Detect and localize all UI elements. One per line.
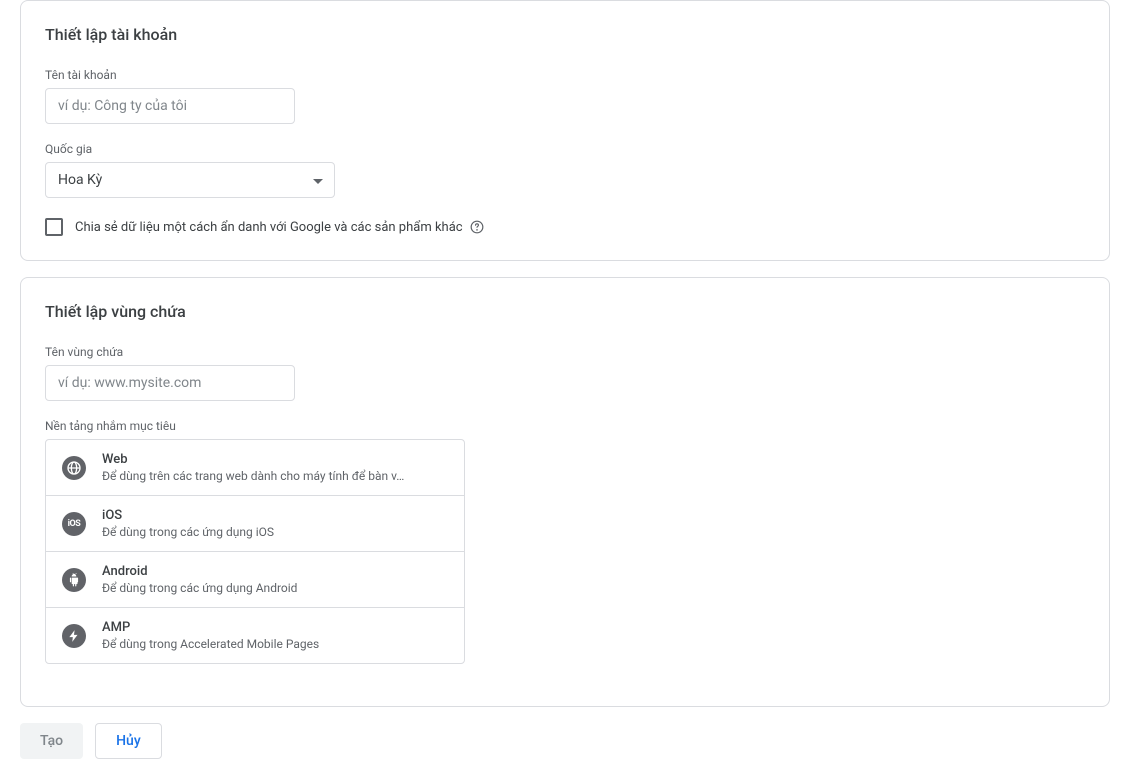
- container-setup-card: Thiết lập vùng chứa Tên vùng chứa Nền tả…: [20, 277, 1110, 707]
- platform-label: Nền tảng nhắm mục tiêu: [45, 419, 1085, 433]
- container-setup-title: Thiết lập vùng chứa: [45, 302, 1085, 321]
- platform-item-amp[interactable]: AMP Để dùng trong Accelerated Mobile Pag…: [46, 608, 464, 663]
- account-name-label: Tên tài khoản: [45, 68, 1085, 82]
- platform-desc: Để dùng trên các trang web dành cho máy …: [102, 469, 404, 483]
- share-data-row: Chia sẻ dữ liệu một cách ẩn danh với Goo…: [45, 218, 1085, 236]
- account-name-input[interactable]: [45, 88, 295, 124]
- country-select[interactable]: Hoa Kỳ: [45, 162, 335, 198]
- platform-item-android[interactable]: Android Để dùng trong các ứng dụng Andro…: [46, 552, 464, 608]
- android-icon: [62, 568, 86, 592]
- platform-item-web[interactable]: Web Để dùng trên các trang web dành cho …: [46, 440, 464, 496]
- platform-title: Web: [102, 452, 404, 467]
- ios-icon: iOS: [62, 512, 86, 536]
- create-button[interactable]: Tạo: [20, 723, 83, 759]
- container-name-label: Tên vùng chứa: [45, 345, 1085, 359]
- platform-title: AMP: [102, 620, 319, 635]
- platform-desc: Để dùng trong các ứng dụng iOS: [102, 525, 274, 539]
- cancel-button[interactable]: Hủy: [95, 723, 162, 759]
- country-label: Quốc gia: [45, 142, 1085, 156]
- platform-item-ios[interactable]: iOS iOS Để dùng trong các ứng dụng iOS: [46, 496, 464, 552]
- account-name-field: Tên tài khoản: [45, 68, 1085, 124]
- share-data-label-wrapper: Chia sẻ dữ liệu một cách ẩn danh với Goo…: [75, 219, 485, 235]
- platform-list: Web Để dùng trên các trang web dành cho …: [45, 439, 465, 664]
- container-name-field: Tên vùng chứa: [45, 345, 1085, 401]
- amp-icon: [62, 624, 86, 648]
- platform-title: Android: [102, 564, 297, 579]
- help-icon[interactable]: [469, 219, 485, 235]
- account-setup-card: Thiết lập tài khoản Tên tài khoản Quốc g…: [20, 0, 1110, 261]
- share-data-label: Chia sẻ dữ liệu một cách ẩn danh với Goo…: [75, 220, 463, 235]
- web-icon: [62, 456, 86, 480]
- platform-desc: Để dùng trong Accelerated Mobile Pages: [102, 637, 319, 651]
- share-data-checkbox[interactable]: [45, 218, 63, 236]
- country-field: Quốc gia Hoa Kỳ: [45, 142, 1085, 198]
- account-setup-title: Thiết lập tài khoản: [45, 25, 1085, 44]
- platform-desc: Để dùng trong các ứng dụng Android: [102, 581, 297, 595]
- container-name-input[interactable]: [45, 365, 295, 401]
- platform-title: iOS: [102, 508, 274, 523]
- platform-field: Nền tảng nhắm mục tiêu Web Để dùng trên …: [45, 419, 1085, 664]
- actions-row: Tạo Hủy: [20, 723, 1110, 759]
